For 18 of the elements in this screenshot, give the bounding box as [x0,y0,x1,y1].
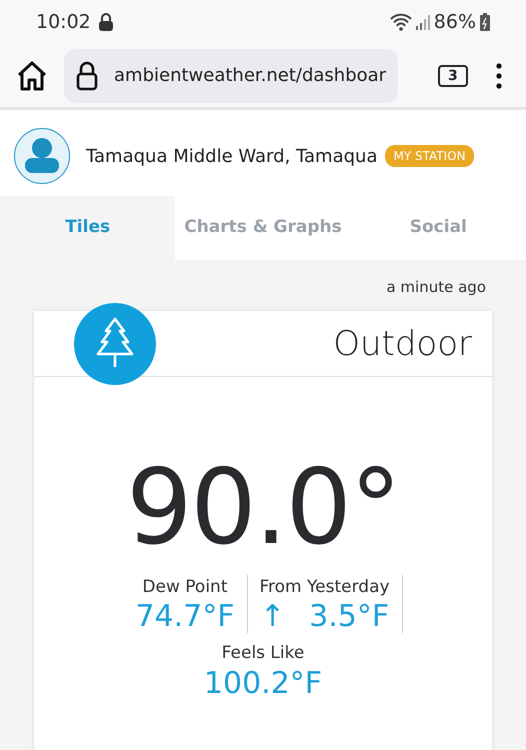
stat-value: 3.5°F [309,600,390,633]
tile-title: Outdoor [333,322,472,366]
battery-text: 86% [434,10,476,35]
my-station-tag: MY STATION [385,145,474,167]
url-text: ambientweather.net/dashboar [114,64,386,88]
address-field[interactable]: ambientweather.net/dashboar [64,48,398,102]
updated-time: a minute ago [385,277,487,298]
clock-text: 10:02 [36,10,91,35]
stat-label: Dew Point [141,576,228,598]
temperature-reading: 90.0° [125,454,401,558]
stat-label: Feels Like [220,642,306,665]
station-name: Tamaqua Middle Ward, Tamaqua [86,144,378,168]
tab-count-button[interactable]: 3 [438,64,468,86]
stat-value: 74.7°F [135,600,234,633]
stat-value: 100.2°F [202,666,324,700]
tab[interactable]: Tiles [0,196,176,260]
stat-label: From Yesterday [260,576,390,598]
trend-arrow: ↑ [260,600,286,633]
